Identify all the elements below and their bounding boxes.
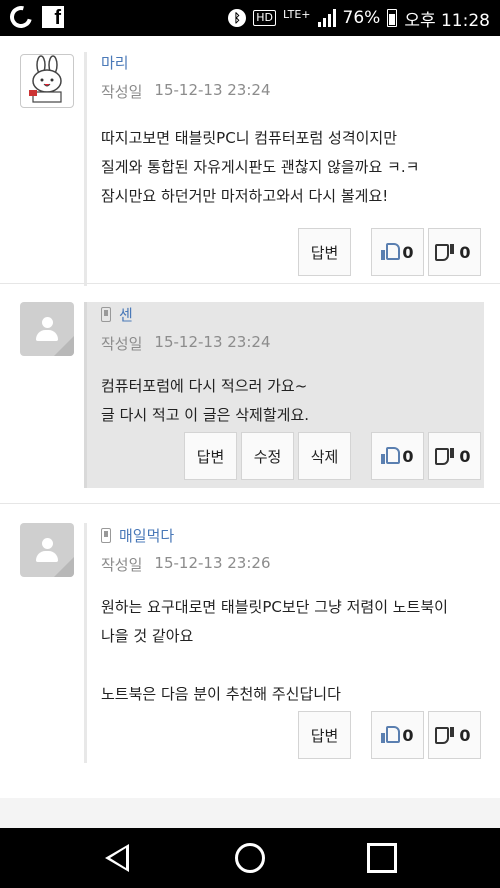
comment: 센 작성일 15-12-13 23:24 컴퓨터포럼에 다시 적으러 가요~ 글… [0, 302, 500, 522]
thumbs-down-icon [435, 244, 455, 261]
battery-percent: 76% [342, 8, 381, 28]
delete-button[interactable]: 삭제 [298, 432, 351, 480]
comment: 마리 작성일 15-12-13 23:24 따지고보면 태블릿PC니 컴퓨터포럼… [0, 36, 500, 302]
thumbs-up-icon [381, 726, 401, 743]
divider [0, 283, 500, 284]
comment-line: 나을 것 같아요 [101, 627, 194, 645]
date: 15-12-13 23:26 [154, 554, 271, 572]
dislike-button[interactable]: 0 [428, 711, 481, 759]
comment-text: 컴퓨터포럼에 다시 적으러 가요~ 글 다시 적고 이 글은 삭제할게요. [101, 372, 484, 430]
dislike-button[interactable]: 0 [428, 432, 481, 480]
olleh-app-icon [5, 1, 37, 33]
status-bar: f ᛒ HD LTE+ 76% 오후 11:28 [0, 0, 500, 36]
date-label: 작성일 [101, 335, 143, 353]
thumbs-down-icon [435, 727, 455, 744]
dislike-button[interactable]: 0 [428, 228, 481, 276]
hd-voice-icon: HD [253, 10, 277, 26]
recent-apps-icon[interactable] [367, 843, 397, 873]
comment-line: 따지고보면 태블릿PC니 컴퓨터포럼 성격이지만 [101, 129, 398, 147]
comment-line: 컴퓨터포럼에 다시 적으러 가요~ [101, 377, 308, 395]
thumbs-up-icon [381, 243, 401, 260]
bluetooth-icon: ᛒ [228, 9, 247, 27]
comment-text: 원하는 요구대로면 태블릿PC보단 그냥 저렴이 노트북이 나을 것 같아요 노… [101, 593, 484, 709]
like-button[interactable]: 0 [371, 228, 424, 276]
comment-line [101, 651, 484, 680]
like-button[interactable]: 0 [371, 432, 424, 480]
thumbs-up-icon [381, 447, 401, 464]
avatar [20, 302, 74, 356]
dislike-count: 0 [459, 242, 471, 262]
reply-button[interactable]: 답변 [184, 432, 237, 480]
like-count: 0 [402, 242, 414, 262]
comment-list: 마리 작성일 15-12-13 23:24 따지고보면 태블릿PC니 컴퓨터포럼… [0, 36, 500, 828]
comment-body: 매일먹다 작성일 15-12-13 23:26 원하는 요구대로면 태블릿PC보… [84, 523, 484, 763]
clock: 오후 11:28 [404, 10, 490, 31]
author-name[interactable]: 매일먹다 [119, 525, 174, 546]
navigation-bar [0, 828, 500, 888]
avatar [20, 523, 74, 577]
reply-button[interactable]: 답변 [298, 711, 351, 759]
reply-button[interactable]: 답변 [298, 228, 351, 276]
divider [0, 503, 500, 504]
author-name[interactable]: 마리 [101, 52, 129, 73]
mobile-icon [101, 306, 111, 322]
edit-button[interactable]: 수정 [241, 432, 294, 480]
date-label: 작성일 [101, 556, 143, 574]
date: 15-12-13 23:24 [154, 81, 271, 99]
comment-text: 따지고보면 태블릿PC니 컴퓨터포럼 성격이지만 질게와 통합된 자유게시판도 … [101, 124, 484, 211]
comment-line: 원하는 요구대로면 태블릿PC보단 그냥 저렴이 노트북이 [101, 598, 448, 616]
default-user-icon [42, 317, 53, 328]
battery-icon [387, 9, 398, 27]
like-button[interactable]: 0 [371, 711, 424, 759]
thumbs-down-icon [435, 448, 455, 465]
comment: 매일먹다 작성일 15-12-13 23:26 원하는 요구대로면 태블릿PC보… [0, 523, 500, 783]
facebook-icon: f [42, 6, 64, 29]
comment-line: 글 다시 적고 이 글은 삭제할게요. [101, 406, 310, 424]
date-label: 작성일 [101, 83, 143, 101]
author-name[interactable]: 센 [119, 304, 133, 325]
rabbit-avatar-icon [29, 55, 62, 103]
dislike-count: 0 [459, 446, 471, 466]
like-count: 0 [402, 446, 414, 466]
comment-line: 질게와 통합된 자유게시판도 괜찮지 않을까요 ㅋ.ㅋ [101, 158, 420, 176]
signal-icon [317, 9, 336, 27]
comment-body: 센 작성일 15-12-13 23:24 컴퓨터포럼에 다시 적으러 가요~ 글… [84, 302, 484, 488]
date: 15-12-13 23:24 [154, 333, 271, 351]
avatar [20, 54, 74, 108]
mobile-icon [101, 527, 111, 543]
comment-line: 노트북은 다음 분이 추천해 주신답니다 [101, 685, 341, 703]
dislike-count: 0 [459, 725, 471, 745]
comment-body: 마리 작성일 15-12-13 23:24 따지고보면 태블릿PC니 컴퓨터포럼… [84, 52, 484, 286]
default-user-icon [42, 538, 53, 549]
network-type: LTE+ [283, 7, 311, 21]
like-count: 0 [402, 725, 414, 745]
home-icon[interactable] [235, 843, 265, 873]
comment-line: 잠시만요 하던거만 마저하고와서 다시 볼게요! [101, 187, 389, 205]
